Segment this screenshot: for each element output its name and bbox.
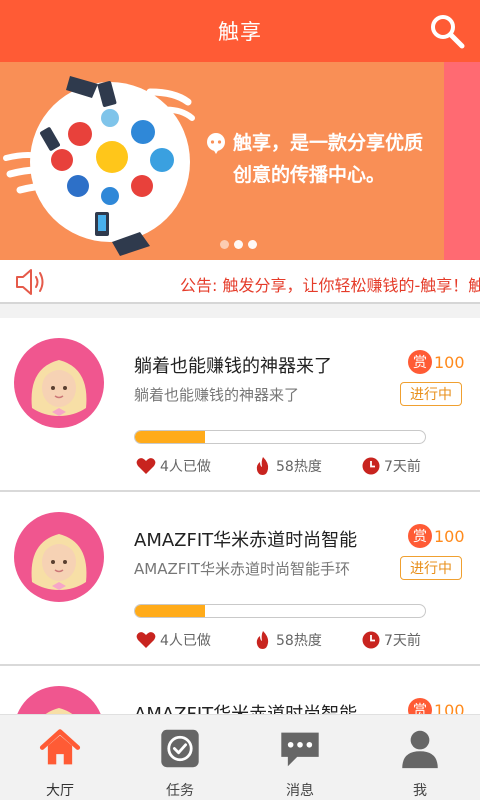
status-badge: 进行中	[400, 556, 462, 580]
avatar	[14, 338, 104, 428]
banner-line-2: 创意的传播中心。	[233, 164, 386, 186]
time-text: 7天前	[384, 459, 421, 475]
banner-line-1: 触享，是一款分享优质	[233, 132, 424, 154]
next-banner-peek	[444, 62, 480, 260]
tab-label: 我	[413, 783, 427, 799]
chat-bubble-icon	[207, 133, 225, 154]
carousel-indicator	[220, 240, 257, 249]
task-title: 躺着也能赚钱的神器来了	[134, 356, 332, 377]
tab-tasks[interactable]: 任务	[120, 715, 240, 800]
page-title: 触享	[218, 20, 262, 44]
avatar	[17, 686, 101, 714]
progress-bar	[134, 430, 426, 444]
profile-icon	[402, 730, 438, 769]
progress-bar	[134, 604, 426, 618]
carousel-dot[interactable]	[234, 240, 243, 249]
flame-icon	[256, 631, 269, 649]
time-ago: 7天前	[362, 630, 421, 650]
progress-fill	[135, 431, 205, 443]
heart-icon	[136, 458, 156, 474]
reward-badge: 赏	[408, 698, 432, 714]
task-list[interactable]: 躺着也能赚钱的神器来了 躺着也能赚钱的神器来了 赏 100 进行中 4人已做 5	[0, 306, 480, 714]
heart-icon	[136, 632, 156, 648]
task-check-icon	[161, 729, 199, 768]
heat-text: 58热度	[276, 633, 322, 649]
clock-icon	[362, 457, 380, 475]
heat-count: 58热度	[254, 456, 322, 476]
task-card[interactable]: AMAZFIT华米赤道时尚智能 赏 100	[0, 666, 480, 714]
task-card[interactable]: AMAZFIT华米赤道时尚智能 AMAZFIT华米赤道时尚智能手环 赏 100 …	[0, 492, 480, 666]
reward-badge: 赏	[408, 524, 432, 548]
carousel-dot[interactable]	[248, 240, 257, 249]
tab-hall[interactable]: 大厅	[0, 715, 120, 800]
time-text: 7天前	[384, 633, 421, 649]
banner-slogan: 触享，是一款分享优质 创意的传播中心。	[205, 127, 445, 191]
message-icon	[281, 732, 319, 767]
progress-fill	[135, 605, 205, 617]
heat-count: 58热度	[254, 630, 322, 650]
bottom-tab-bar: 大厅 任务 消息 我	[0, 714, 480, 800]
tab-me[interactable]: 我	[360, 715, 480, 800]
task-card[interactable]: 躺着也能赚钱的神器来了 躺着也能赚钱的神器来了 赏 100 进行中 4人已做 5	[0, 318, 480, 492]
reward-value: 100	[434, 526, 465, 546]
participants-count: 4人已做	[136, 630, 211, 650]
carousel-dot[interactable]	[220, 240, 229, 249]
app-root: 触享 触享，是一款分享优质 创意的传播中心。 公告: 触发分享，让你轻松赚钱的-…	[0, 0, 480, 800]
speaker-icon	[16, 269, 44, 295]
search-icon[interactable]	[428, 12, 466, 50]
reward-value: 100	[434, 352, 465, 372]
participants-text: 4人已做	[160, 633, 211, 649]
avatar	[14, 512, 104, 602]
tab-label: 消息	[286, 783, 314, 799]
clock-icon	[362, 631, 380, 649]
reward: 赏 100	[408, 524, 465, 548]
top-app-bar: 触享	[0, 0, 480, 62]
tab-messages[interactable]: 消息	[240, 715, 360, 800]
announcement-bar[interactable]: 公告: 触发分享，让你轻松赚钱的-触享！触	[0, 260, 480, 304]
task-subtitle: 躺着也能赚钱的神器来了	[134, 386, 300, 404]
participants-text: 4人已做	[160, 459, 211, 475]
status-badge: 进行中	[400, 382, 462, 406]
reward: 赏 100	[408, 350, 465, 374]
task-title: AMAZFIT华米赤道时尚智能	[134, 530, 358, 551]
tab-label: 任务	[166, 783, 194, 799]
promo-banner[interactable]: 触享，是一款分享优质 创意的传播中心。	[0, 62, 480, 260]
participants-count: 4人已做	[136, 456, 211, 476]
task-subtitle: AMAZFIT华米赤道时尚智能手环	[134, 560, 350, 578]
task-title: AMAZFIT华米赤道时尚智能	[134, 700, 357, 714]
announcement-text: 公告: 触发分享，让你轻松赚钱的-触享！触	[180, 276, 480, 295]
reward: 赏 100	[408, 698, 465, 714]
flame-icon	[256, 457, 269, 475]
reward-badge: 赏	[408, 350, 432, 374]
heat-text: 58热度	[276, 459, 322, 475]
tab-label: 大厅	[46, 783, 74, 799]
home-icon	[39, 729, 81, 765]
reward-value: 100	[434, 700, 465, 715]
sharing-illustration-icon	[3, 76, 195, 256]
time-ago: 7天前	[362, 456, 421, 476]
